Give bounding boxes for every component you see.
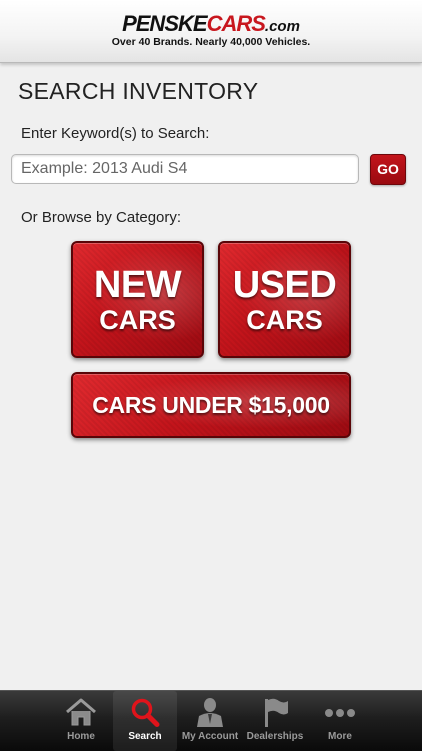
browse-label: Or Browse by Category: xyxy=(21,209,182,226)
search-input[interactable] xyxy=(12,155,358,183)
keyword-label: Enter Keyword(s) to Search: xyxy=(21,125,210,142)
account-icon xyxy=(193,697,227,727)
logo-penske: PENSKE xyxy=(122,11,207,36)
tab-home[interactable]: Home xyxy=(49,691,113,751)
logo-dotcom: .com xyxy=(264,18,300,35)
header-tagline: Over 40 Brands. Nearly 40,000 Vehicles. xyxy=(111,36,311,48)
flag-icon xyxy=(258,697,292,727)
search-icon xyxy=(128,697,162,727)
tab-search[interactable]: Search xyxy=(113,691,177,751)
more-icon xyxy=(323,697,357,727)
tab-bar: Home Search My Account Dealerships More xyxy=(0,690,422,751)
new-cars-button[interactable]: NEW CARS xyxy=(71,241,204,358)
home-icon xyxy=(64,697,98,727)
search-field[interactable] xyxy=(11,154,359,184)
tab-dealerships[interactable]: Dealerships xyxy=(243,691,307,751)
used-cars-line2: CARS xyxy=(246,305,323,335)
cars-under-15000-button[interactable]: CARS UNDER $15,000 xyxy=(71,372,351,438)
used-cars-button[interactable]: USED CARS xyxy=(218,241,351,358)
tab-more[interactable]: More xyxy=(308,691,372,751)
logo-cars: CARS xyxy=(206,11,266,36)
penske-cars-logo: PENSKECARS.com xyxy=(0,12,422,39)
new-cars-line2: CARS xyxy=(99,305,176,335)
cars-under-label: CARS UNDER $15,000 xyxy=(92,392,330,418)
tab-more-label: More xyxy=(328,731,352,742)
tab-my-account[interactable]: My Account xyxy=(178,691,242,751)
new-cars-line1: NEW xyxy=(93,264,182,306)
used-cars-line1: USED xyxy=(232,264,337,306)
app-header: PENSKECARS.com Over 40 Brands. Nearly 40… xyxy=(0,0,422,63)
page-title: SEARCH INVENTORY xyxy=(18,78,259,104)
go-button[interactable]: GO xyxy=(370,154,406,185)
